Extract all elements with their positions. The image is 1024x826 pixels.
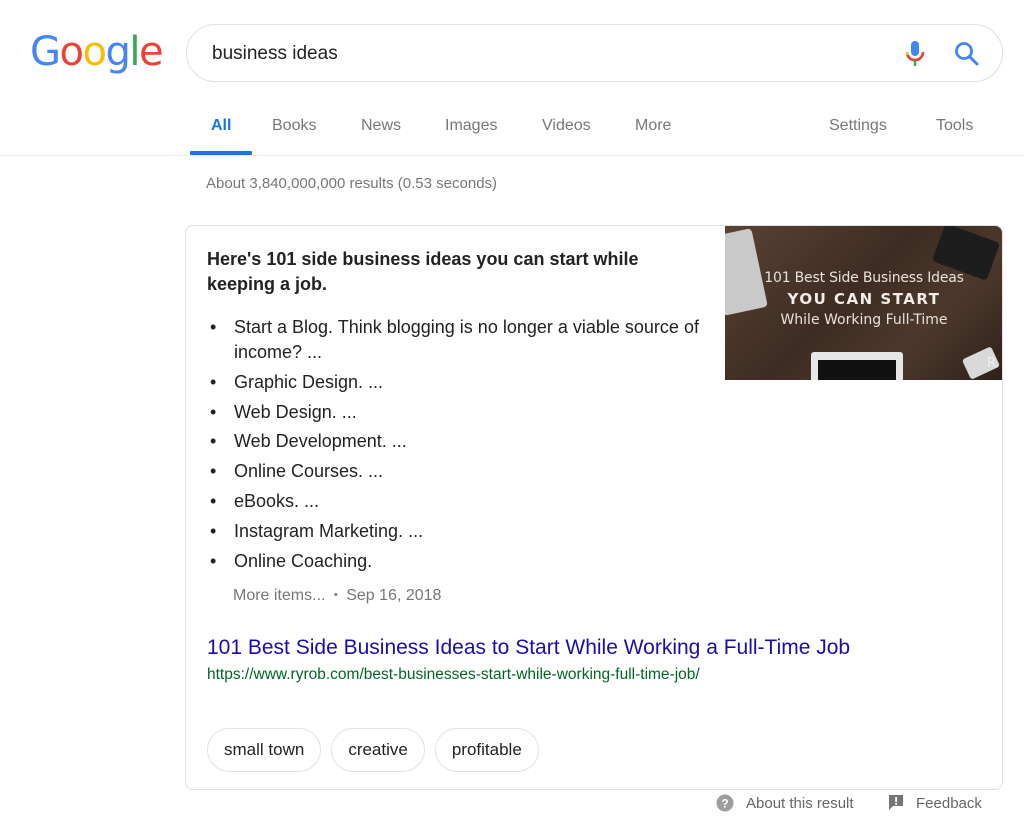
feedback-label: Feedback: [916, 794, 982, 812]
logo-letter: l: [129, 29, 140, 75]
featured-snippet: Here's 101 side business ideas you can s…: [185, 225, 1003, 790]
list-item: Web Development. ...: [207, 429, 707, 454]
logo-letter: G: [30, 29, 61, 75]
tab-news[interactable]: News: [361, 117, 401, 135]
thumbnail-line-3: While Working Full-Time: [780, 312, 948, 328]
thumbnail-line-2: YOU CAN START: [787, 290, 941, 308]
brand-mark: R: [987, 356, 997, 371]
list-item: Web Design. ...: [207, 400, 707, 425]
chip-profitable[interactable]: profitable: [434, 728, 539, 772]
feedback-icon: [889, 795, 903, 810]
magnifier-icon: [955, 42, 979, 66]
list-item: eBooks. ...: [207, 489, 707, 514]
refinement-chips: small town creative profitable: [207, 728, 539, 772]
logo-letter: e: [138, 29, 164, 75]
tab-settings[interactable]: Settings: [829, 117, 887, 135]
feedback-link[interactable]: Feedback: [888, 794, 982, 812]
list-item: Instagram Marketing. ...: [207, 519, 707, 544]
about-this-result-link[interactable]: ? About this result: [716, 794, 854, 812]
snippet-date: Sep 16, 2018: [346, 587, 442, 604]
thumbnail-line-1: 101 Best Side Business Ideas: [764, 270, 964, 286]
list-item: Start a Blog. Think blogging is no longe…: [207, 315, 707, 365]
tab-more[interactable]: More: [635, 117, 671, 135]
logo-letter: o: [82, 29, 106, 75]
snippet-list: Start a Blog. Think blogging is no longe…: [207, 315, 707, 578]
tab-tools[interactable]: Tools: [936, 117, 973, 135]
search-input[interactable]: [212, 39, 892, 69]
search-button[interactable]: [953, 40, 981, 68]
help-circle-icon: ?: [716, 794, 734, 812]
snippet-heading: Here's 101 side business ideas you can s…: [207, 249, 639, 294]
chip-creative[interactable]: creative: [331, 728, 425, 772]
more-items-row: More items... • Sep 16, 2018: [233, 587, 441, 605]
snippet-thumbnail[interactable]: 101 Best Side Business Ideas YOU CAN STA…: [725, 226, 1002, 380]
result-stats: About 3,840,000,000 results (0.53 second…: [206, 175, 498, 192]
list-item: Online Coaching.: [207, 549, 707, 574]
search-tabs: All Books News Images Videos More Settin…: [0, 100, 1024, 156]
google-logo[interactable]: Google: [30, 29, 164, 75]
separator-dot: •: [333, 589, 338, 601]
active-tab-indicator: [190, 151, 252, 155]
result-url: https://www.ryrob.com/best-businesses-st…: [207, 666, 700, 683]
svg-text:?: ?: [721, 797, 728, 811]
tab-all[interactable]: All: [211, 117, 231, 135]
list-item: Graphic Design. ...: [207, 370, 707, 395]
search-box: [186, 24, 1003, 82]
result-title-link[interactable]: 101 Best Side Business Ideas to Start Wh…: [207, 636, 850, 660]
chip-small-town[interactable]: small town: [207, 728, 322, 772]
tab-books[interactable]: Books: [272, 117, 316, 135]
microphone-icon[interactable]: [903, 40, 927, 68]
more-items-link[interactable]: More items...: [233, 587, 325, 604]
logo-letter: o: [59, 29, 84, 75]
tab-images[interactable]: Images: [445, 117, 497, 135]
tab-videos[interactable]: Videos: [542, 117, 591, 135]
list-item: Online Courses. ...: [207, 459, 707, 484]
about-this-result-label: About this result: [746, 794, 854, 812]
tablet-shape: [811, 352, 903, 380]
logo-letter: g: [105, 29, 130, 75]
